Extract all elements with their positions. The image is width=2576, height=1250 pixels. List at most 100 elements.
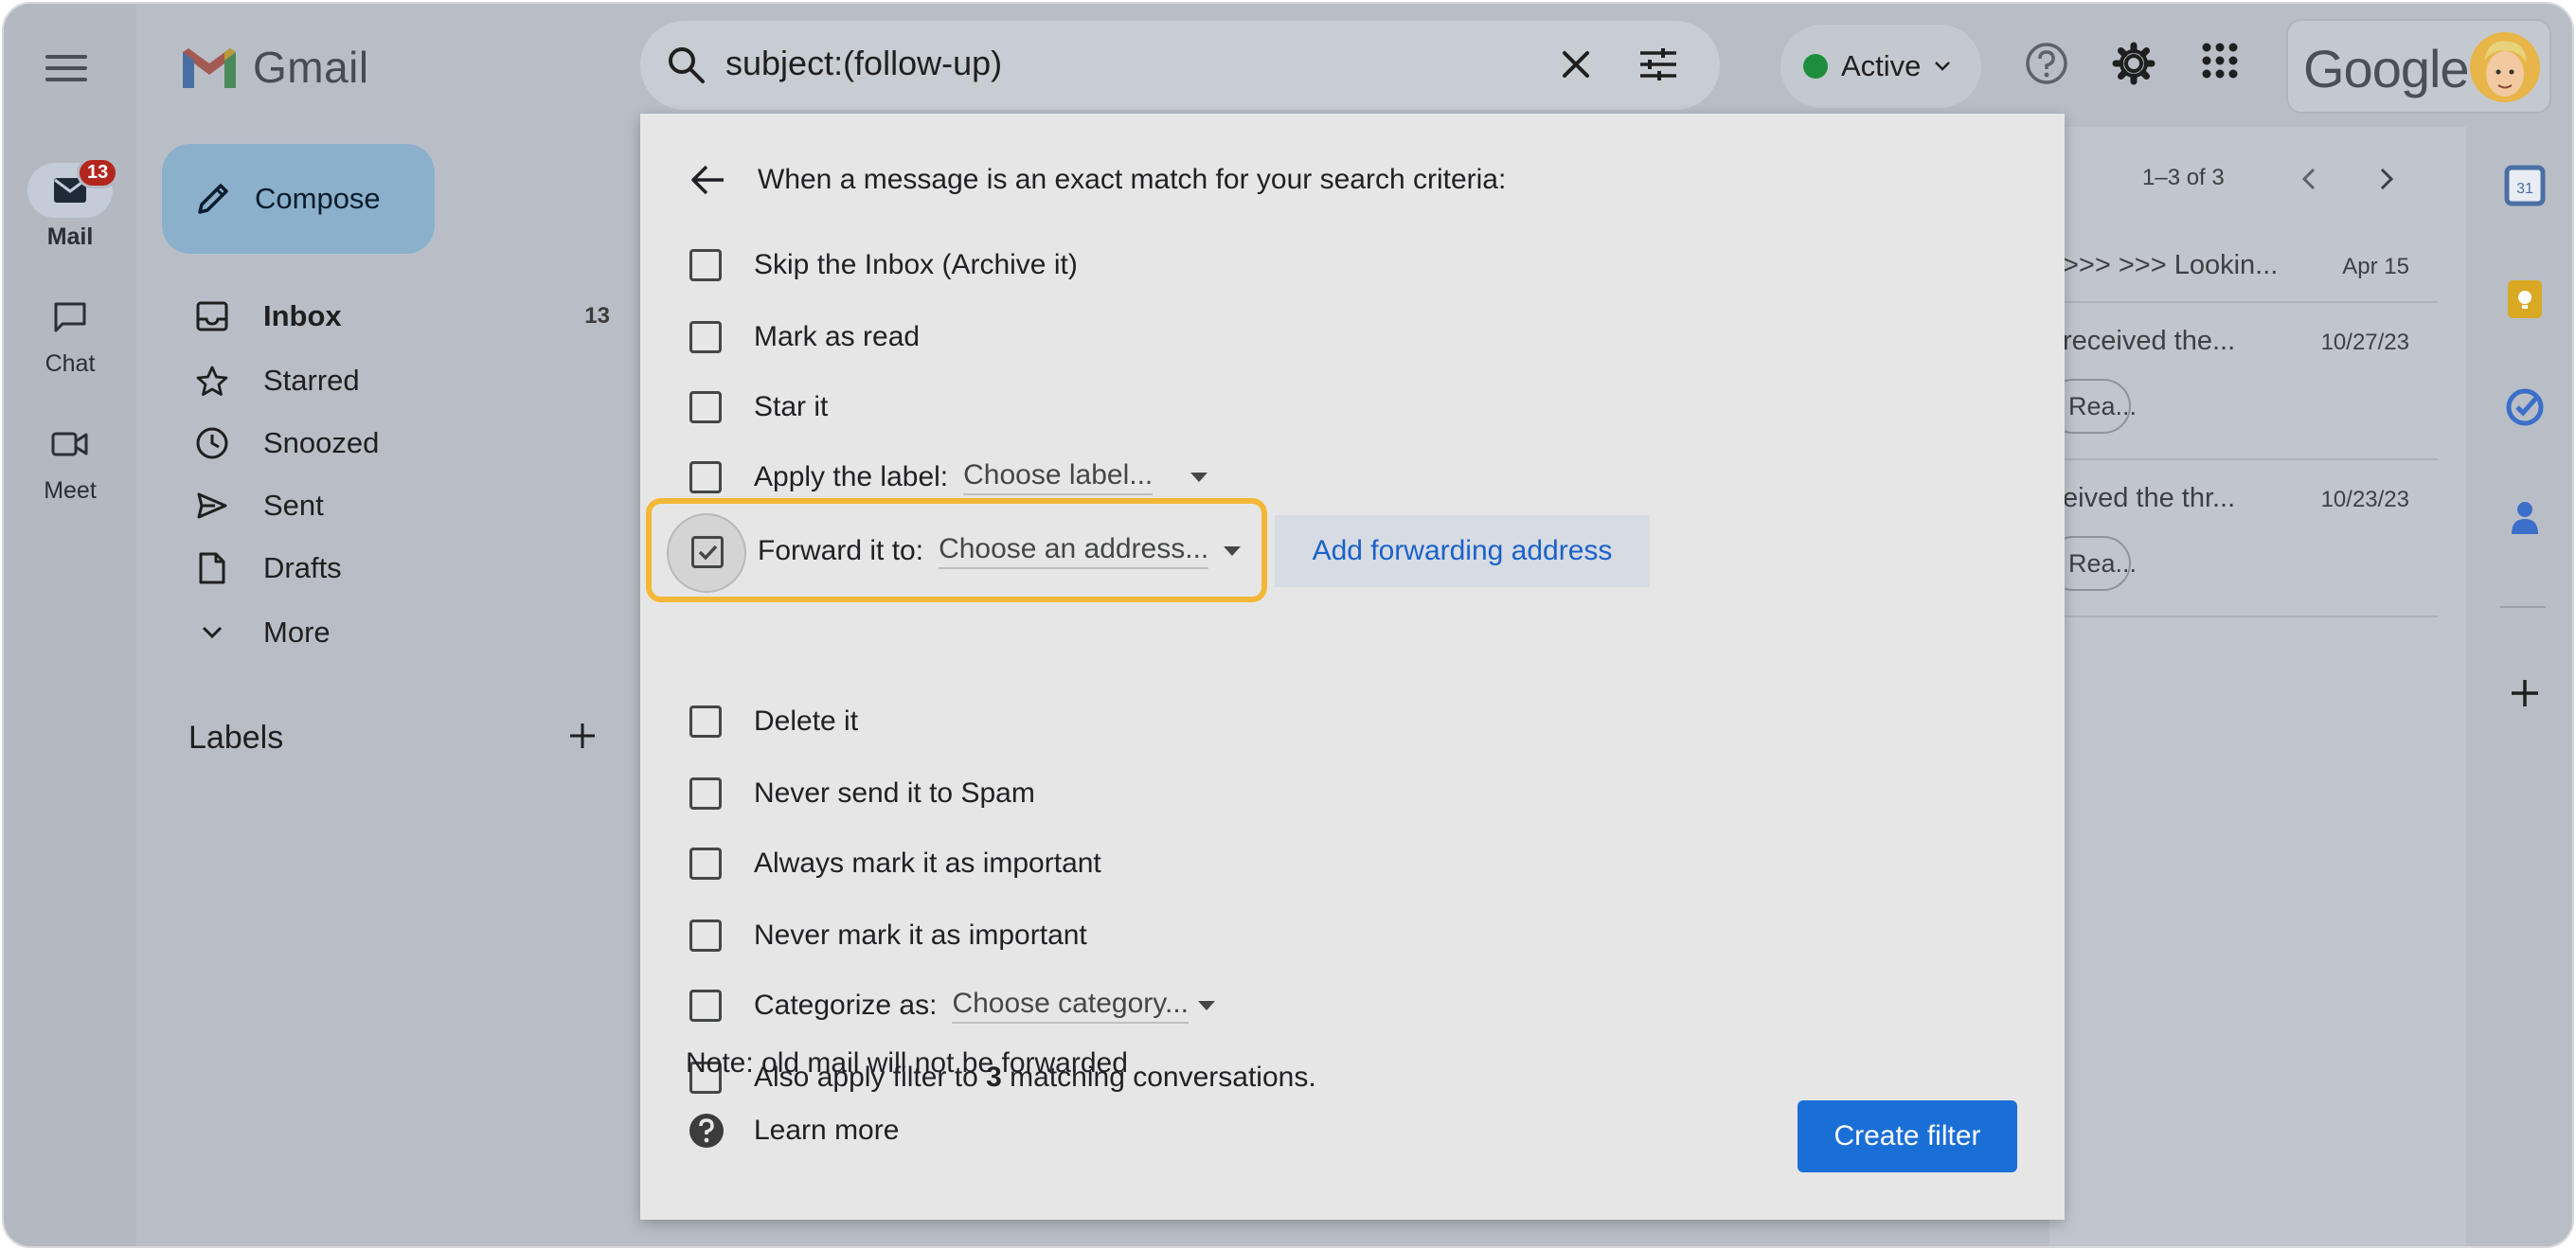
left-rail: 13 Mail Chat Meet bbox=[4, 4, 136, 1246]
option-mark-read[interactable]: Mark as read bbox=[689, 311, 920, 364]
app-name: Gmail bbox=[253, 43, 369, 92]
pagination-info: 1–3 of 3 bbox=[2142, 165, 2225, 190]
option-skip-inbox[interactable]: Skip the Inbox (Archive it) bbox=[689, 239, 1078, 292]
list-item[interactable]: received the... 10/27/23 Rea... bbox=[2046, 303, 2438, 460]
inbox-count: 13 bbox=[584, 303, 610, 329]
main-menu-icon[interactable] bbox=[45, 49, 87, 87]
send-icon bbox=[197, 492, 227, 519]
option-always-important[interactable]: Always mark it as important bbox=[689, 837, 1101, 890]
list-item[interactable]: >>> >>> Lookin... Apr 15 bbox=[2049, 231, 2438, 303]
apply-label-checkbox[interactable] bbox=[689, 461, 722, 493]
calendar-icon[interactable]: 31 bbox=[2504, 165, 2546, 206]
option-never-important[interactable]: Never mark it as important bbox=[689, 909, 1087, 962]
label-select-value: Choose label... bbox=[963, 459, 1154, 495]
draft-icon bbox=[199, 552, 225, 584]
list-item-date: Apr 15 bbox=[2342, 254, 2409, 279]
option-label: Categorize as: bbox=[754, 990, 938, 1021]
mail-unread-badge: 13 bbox=[77, 157, 119, 188]
back-arrow-icon[interactable] bbox=[689, 163, 727, 197]
list-item-date: 10/27/23 bbox=[2320, 330, 2409, 355]
option-star[interactable]: Star it bbox=[689, 381, 828, 434]
clear-search-icon[interactable] bbox=[1557, 45, 1595, 83]
categorize-checkbox[interactable] bbox=[689, 990, 722, 1022]
dropdown-caret-icon bbox=[1198, 1001, 1216, 1010]
keep-icon[interactable] bbox=[2504, 278, 2546, 320]
learn-more-link[interactable]: Learn more bbox=[688, 1112, 899, 1150]
list-item-snippet: received the... bbox=[2063, 326, 2236, 356]
rail-item-meet[interactable]: Meet bbox=[4, 417, 136, 505]
star-checkbox[interactable] bbox=[689, 391, 722, 423]
option-never-spam[interactable]: Never send it to Spam bbox=[689, 767, 1035, 820]
contacts-icon[interactable] bbox=[2504, 496, 2546, 538]
always-important-checkbox[interactable] bbox=[689, 848, 722, 880]
delete-checkbox[interactable] bbox=[689, 705, 722, 738]
sidebar-item-inbox[interactable]: Inbox 13 bbox=[193, 290, 610, 343]
avatar[interactable] bbox=[2470, 32, 2540, 102]
option-apply-label[interactable]: Apply the label: Choose label... bbox=[689, 451, 1208, 504]
add-addon-icon[interactable] bbox=[2504, 672, 2546, 714]
list-item[interactable]: eived the thr... 10/23/23 Rea... bbox=[2046, 460, 2438, 617]
label-select[interactable]: Choose label... bbox=[963, 459, 1208, 495]
gmail-m-icon bbox=[183, 48, 236, 88]
dropdown-caret-icon bbox=[1190, 473, 1208, 482]
forward-note: Note: old mail will not be forwarded bbox=[686, 1047, 1128, 1079]
rail-label-chat: Chat bbox=[45, 350, 96, 377]
forward-option-highlight bbox=[646, 498, 1267, 602]
option-label: Star it bbox=[754, 391, 829, 422]
chevron-left-icon[interactable] bbox=[2299, 167, 2318, 191]
sidebar-item-label: Starred bbox=[263, 364, 360, 397]
add-label-icon[interactable] bbox=[566, 720, 599, 752]
help-circle-icon bbox=[689, 1114, 724, 1148]
help-icon[interactable] bbox=[2025, 42, 2068, 85]
search-icon[interactable] bbox=[665, 44, 707, 85]
compose-button[interactable]: Compose bbox=[162, 144, 435, 254]
learn-more-label: Learn more bbox=[754, 1115, 900, 1146]
mark-read-checkbox[interactable] bbox=[689, 321, 722, 353]
skip-inbox-checkbox[interactable] bbox=[689, 249, 722, 281]
account-switcher[interactable]: Google bbox=[2286, 19, 2551, 114]
sidebar-item-label: Snoozed bbox=[263, 426, 380, 459]
search-bar[interactable]: subject:(follow-up) bbox=[640, 21, 1720, 110]
status-label: Active bbox=[1841, 49, 1922, 82]
option-categorize[interactable]: Categorize as: Choose category... bbox=[689, 979, 1216, 1032]
dialog-heading: When a message is an exact match for you… bbox=[758, 164, 1507, 195]
rail-item-chat[interactable]: Chat bbox=[4, 290, 136, 378]
chevron-down-icon bbox=[1935, 62, 1951, 71]
google-logo: Google bbox=[2303, 39, 2470, 98]
search-input[interactable]: subject:(follow-up) bbox=[725, 44, 1002, 83]
option-label: Apply the label: bbox=[754, 461, 949, 492]
category-select[interactable]: Choose category... bbox=[952, 988, 1216, 1024]
option-label: Never send it to Spam bbox=[754, 777, 1035, 809]
status-selector[interactable]: Active bbox=[1780, 25, 1981, 108]
option-label: Mark as read bbox=[754, 321, 921, 352]
sidebar-item-label: Drafts bbox=[263, 551, 342, 584]
labels-heading: Labels bbox=[188, 720, 284, 756]
app-frame: 13 Mail Chat Meet Gmail subject:(follow-… bbox=[2, 2, 2574, 1248]
option-label: Always mark it as important bbox=[754, 848, 1101, 879]
rail-item-mail[interactable]: 13 Mail bbox=[4, 157, 136, 251]
inbox-icon bbox=[196, 301, 228, 331]
sidebar-item-label: Inbox bbox=[263, 299, 342, 332]
star-icon bbox=[196, 366, 228, 396]
pencil-icon bbox=[198, 184, 228, 214]
never-spam-checkbox[interactable] bbox=[689, 777, 722, 810]
rail-label-meet: Meet bbox=[44, 477, 97, 504]
sidebar-item-label: More bbox=[263, 616, 331, 649]
sidebar-item-starred[interactable]: Starred bbox=[193, 354, 610, 407]
option-delete[interactable]: Delete it bbox=[689, 695, 858, 748]
sidebar-item-label: Sent bbox=[263, 489, 324, 522]
list-item-snippet: eived the thr... bbox=[2063, 483, 2236, 513]
sidebar-item-more[interactable]: More bbox=[193, 606, 610, 659]
gmail-logo[interactable]: Gmail bbox=[179, 42, 369, 93]
never-important-checkbox[interactable] bbox=[689, 920, 722, 952]
search-options-icon[interactable] bbox=[1638, 45, 1678, 83]
settings-icon[interactable] bbox=[2112, 42, 2156, 85]
tasks-icon[interactable] bbox=[2504, 386, 2546, 428]
add-forwarding-address-button[interactable]: Add forwarding address bbox=[1275, 515, 1650, 587]
sidebar-item-drafts[interactable]: Drafts bbox=[193, 542, 610, 595]
apps-grid-icon[interactable] bbox=[2201, 42, 2239, 80]
sidebar-item-sent[interactable]: Sent bbox=[193, 479, 610, 532]
chevron-right-icon[interactable] bbox=[2377, 167, 2396, 191]
sidebar-item-snoozed[interactable]: Snoozed bbox=[193, 417, 610, 470]
create-filter-button[interactable]: Create filter bbox=[1798, 1100, 2017, 1172]
